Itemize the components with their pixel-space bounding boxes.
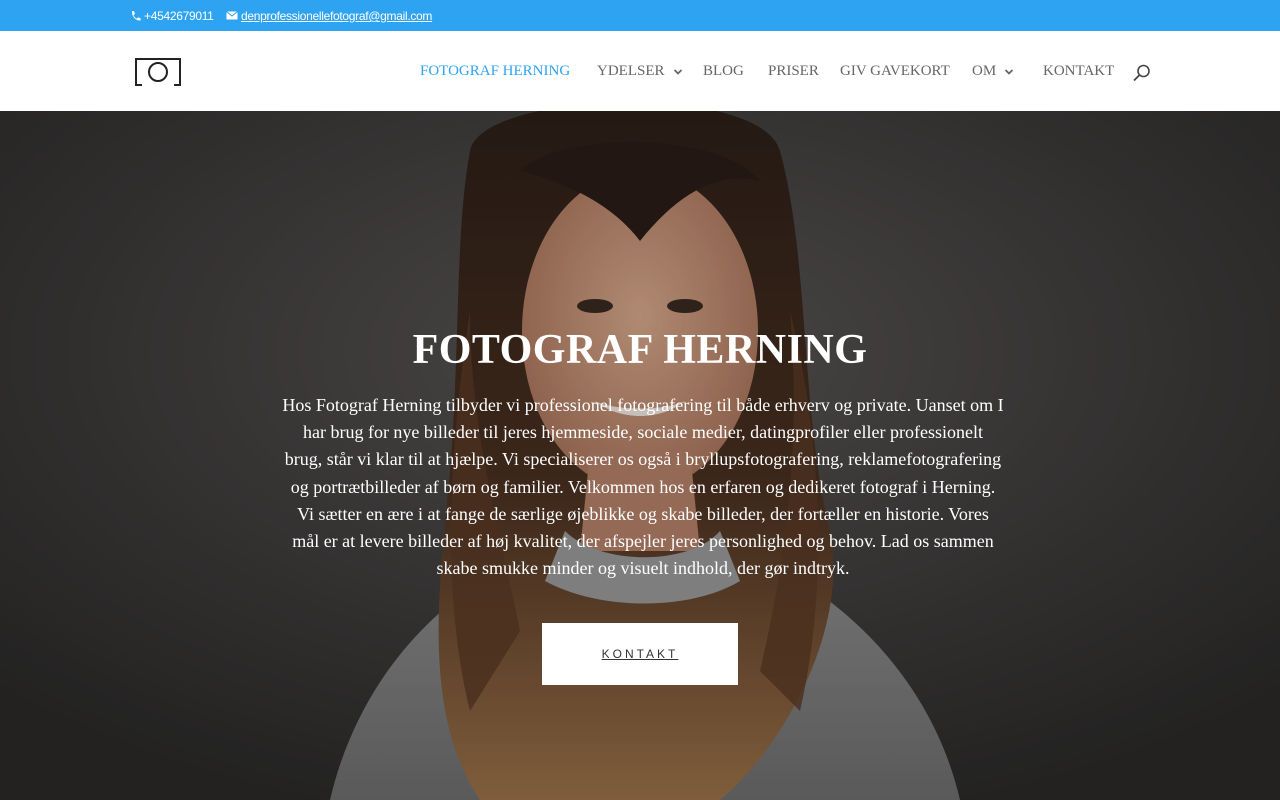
kontakt-button[interactable]: KONTAKT — [542, 623, 738, 685]
nav-label: KONTAKT — [1043, 63, 1115, 79]
nav-giv-gavekort[interactable]: GIV GAVEKORT — [840, 61, 950, 81]
nav-label: FOTOGRAF HERNING — [420, 63, 571, 79]
nav-fotograf-herning[interactable]: FOTOGRAF HERNING — [420, 61, 570, 81]
main-header: FOTOGRAF HERNING YDELSER BLOG PRISER GIV… — [0, 31, 1280, 111]
nav-ydelser[interactable]: YDELSER — [597, 61, 683, 81]
top-bar-phone[interactable]: +4542679011 — [129, 8, 214, 24]
top-bar-email[interactable]: denprofessionellefotograf@gmail.com — [226, 8, 432, 24]
hero-description: Hos Fotograf Herning tilbyder vi profess… — [282, 395, 1004, 579]
nav-label: PRISER — [768, 63, 819, 79]
camera-frame-logo[interactable] — [134, 57, 182, 87]
envelope-icon — [226, 11, 238, 20]
nav-om[interactable]: OM — [972, 61, 1014, 81]
email-link[interactable]: denprofessionellefotograf@gmail.com — [241, 9, 432, 23]
nav-priser[interactable]: PRISER — [768, 61, 819, 81]
nav-blog[interactable]: BLOG — [703, 61, 744, 81]
hero-section: FOTOGRAF HERNING Hos Fotograf Herning ti… — [0, 111, 1280, 800]
top-bar: +4542679011 denprofessionellefotograf@gm… — [0, 0, 1280, 31]
phone-icon — [131, 11, 141, 21]
chevron-down-icon — [673, 68, 682, 75]
nav-label: YDELSER — [597, 63, 665, 79]
hero-title: FOTOGRAF HERNING — [412, 327, 868, 373]
search-icon[interactable] — [1132, 63, 1152, 83]
nav-label: BLOG — [703, 63, 744, 79]
nav-kontakt[interactable]: KONTAKT — [1043, 61, 1114, 81]
nav-label: OM — [972, 63, 997, 79]
nav-label: GIV GAVEKORT — [840, 63, 950, 79]
phone-number: +4542679011 — [144, 9, 214, 23]
chevron-down-icon — [1005, 68, 1014, 75]
